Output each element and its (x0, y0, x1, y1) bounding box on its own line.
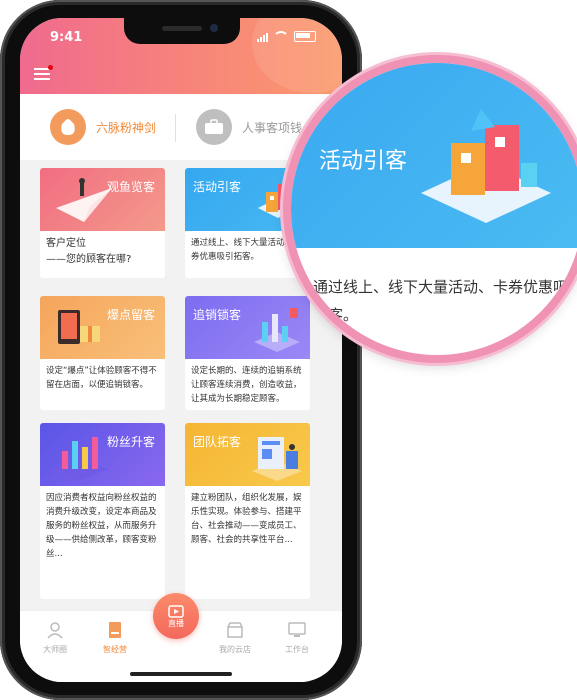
nav-label: 工作台 (285, 645, 309, 654)
growth-illustration-icon (50, 437, 108, 481)
tab-renshi[interactable]: 人事客项钱 (196, 108, 302, 146)
battery-icon (294, 31, 316, 42)
nav-yundian[interactable]: 我的云店 (210, 621, 260, 655)
card-desc: 建立粉团队，组织化发展，娱乐性实现。体验参与、搭建平台、社会推动——变成员工、顾… (191, 493, 302, 545)
card-banner: 观鱼览客 (40, 168, 165, 231)
card-tuandui[interactable]: 团队拓客 建立粉团队，组织化发展，娱乐性实现。体验参与、搭建平台、社会推动——变… (185, 423, 310, 599)
magnifier-title: 活动引客 (319, 149, 408, 174)
bag-icon (50, 109, 86, 145)
card-title: 团队拓客 (193, 435, 242, 449)
signal-icon (257, 32, 268, 42)
card-banner: 爆点留客 (40, 296, 165, 359)
card-desc: 因应消费者权益向粉丝权益的消费升级改变，设定本商品及服务的粉丝权益，从而服务升级… (46, 493, 157, 559)
document-icon (109, 622, 121, 638)
tab-liumai[interactable]: 六脉粉神剑 (50, 108, 156, 146)
card-desc: 客户定位 ——您的顾客在哪? (46, 238, 132, 265)
monitor-icon (288, 622, 306, 637)
card-zhuixiao[interactable]: 追销锁客 设定长期的、连续的追销系统让顾客连续消费，创造收益，让其成为长期稳定顾… (185, 296, 310, 410)
card-desc: 设定“爆点”让体验顾客不得不留在店面，以便追销锁客。 (46, 366, 157, 390)
card-banner: 追销锁客 (185, 296, 310, 359)
card-title: 爆点留客 (106, 308, 155, 322)
paper-plane-icon (56, 178, 112, 222)
tab-label: 六脉粉神剑 (96, 120, 157, 135)
wifi-icon (273, 31, 289, 42)
card-banner: 团队拓客 (185, 423, 310, 486)
nav-label: 直播 (168, 618, 184, 628)
card-guanyu[interactable]: 观鱼览客 客户定位 ——您的顾客在哪? (40, 168, 165, 278)
nav-gongzuotai[interactable]: 工作台 (272, 621, 322, 655)
bar-chart-illustration-icon (254, 308, 300, 352)
briefcase-icon (196, 109, 232, 145)
tablet-gift-icon (58, 310, 100, 344)
home-indicator (130, 672, 232, 676)
store-icon (227, 622, 243, 638)
live-button[interactable]: 直播 (153, 593, 199, 639)
nav-zhijingying[interactable]: 智经营 (90, 621, 140, 655)
card-banner: 粉丝升客 (40, 423, 165, 486)
tab-divider (175, 114, 176, 142)
nav-label: 我的云店 (219, 645, 251, 654)
menu-icon[interactable] (34, 68, 50, 83)
notch (124, 18, 240, 44)
status-icons (257, 31, 316, 42)
nav-label: 大师圈 (43, 645, 67, 654)
card-title: 追销锁客 (193, 308, 242, 322)
camera (210, 24, 218, 32)
nav-label: 智经营 (103, 645, 127, 654)
card-title: 观鱼览客 (106, 180, 155, 194)
tv-play-icon (168, 604, 184, 618)
status-time: 9:41 (50, 30, 83, 45)
shops-illustration-icon (421, 109, 551, 223)
nav-dashiquan[interactable]: 大师圈 (30, 621, 80, 655)
card-desc: 设定长期的、连续的追销系统让顾客连续消费，创造收益，让其成为长期稳定顾客。 (191, 366, 302, 404)
card-title: 活动引客 (193, 180, 242, 194)
speaker (162, 26, 202, 31)
card-title: 粉丝升客 (106, 435, 155, 449)
card-baodian[interactable]: 爆点留客 设定“爆点”让体验顾客不得不留在店面，以便追销锁客。 (40, 296, 165, 410)
card-fensi[interactable]: 粉丝升客 因应消费者权益向粉丝权益的消费升级改变，设定本商品及服务的粉丝权益，从… (40, 423, 165, 599)
magnifier-desc: 通过线上、线下大量活动、卡券优惠吸引拓客。 (313, 278, 577, 324)
notification-dot (48, 65, 53, 70)
team-board-illustration-icon (252, 437, 302, 481)
user-circle-icon (47, 622, 63, 639)
magnifier-banner: 活动引客 (291, 63, 577, 248)
magnifier-callout: 活动引客 通过线上、线下大量活动、卡券优惠吸引拓客。 (283, 55, 577, 363)
